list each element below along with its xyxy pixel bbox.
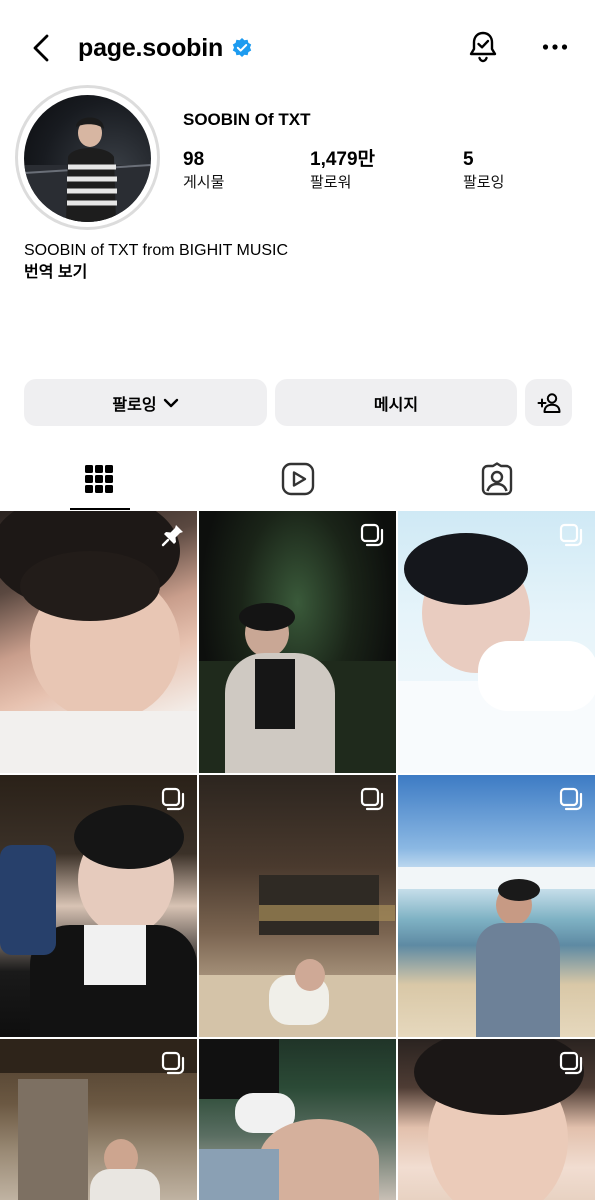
- top-bar: page.soobin: [0, 0, 596, 92]
- stat-posts[interactable]: 98 게시물: [183, 148, 224, 194]
- suggest-people-button[interactable]: [525, 379, 572, 426]
- post-thumbnail[interactable]: [199, 511, 396, 773]
- post-thumbnail[interactable]: [0, 511, 197, 773]
- add-person-icon: [537, 392, 560, 413]
- post-thumbnail[interactable]: [0, 775, 197, 1037]
- following-button[interactable]: 팔로잉: [24, 379, 267, 426]
- stat-followers-value: 1,479만: [310, 149, 376, 170]
- avatar[interactable]: [24, 95, 151, 222]
- username-group: page.soobin: [78, 28, 253, 68]
- multi-post-icon: [559, 523, 583, 547]
- multi-post-icon: [161, 1051, 185, 1075]
- message-button[interactable]: 메시지: [275, 379, 517, 426]
- reels-icon: [281, 462, 315, 496]
- more-options-button[interactable]: [534, 26, 576, 68]
- pin-icon: [161, 525, 183, 547]
- username: page.soobin: [78, 33, 224, 62]
- tab-reels[interactable]: [199, 448, 397, 510]
- stat-following-label: 팔로잉: [463, 174, 505, 191]
- chevron-down-icon: [163, 398, 178, 407]
- multi-post-icon: [161, 787, 185, 811]
- post-thumbnail[interactable]: [199, 775, 396, 1037]
- stat-followers[interactable]: 1,479만 팔로워: [310, 148, 375, 194]
- tab-grid[interactable]: [0, 448, 198, 510]
- stat-followers-label: 팔로워: [310, 174, 352, 191]
- following-button-label: 팔로잉: [112, 396, 157, 414]
- more-horizontal-icon: [542, 44, 568, 50]
- post-thumbnail[interactable]: [398, 775, 595, 1037]
- grid-icon: [85, 465, 113, 493]
- bell-check-icon: [469, 31, 497, 63]
- verified-badge-icon: [231, 37, 253, 59]
- multi-post-icon: [559, 1051, 583, 1075]
- message-button-label: 메시지: [373, 396, 419, 414]
- profile-tabs: [0, 448, 596, 510]
- chevron-left-icon: [33, 34, 49, 62]
- posts-grid: [0, 511, 596, 1200]
- display-name: SOOBIN Of TXT: [183, 110, 311, 129]
- tab-tagged[interactable]: [398, 448, 596, 510]
- stat-posts-label: 게시물: [183, 174, 225, 191]
- notifications-button[interactable]: [462, 26, 504, 68]
- stat-following[interactable]: 5 팔로잉: [463, 148, 504, 194]
- back-button[interactable]: [22, 28, 62, 68]
- bio-text: SOOBIN of TXT from BIGHIT MUSIC: [24, 242, 289, 259]
- multi-post-icon: [360, 787, 384, 811]
- stat-following-value: 5: [463, 149, 474, 170]
- post-thumbnail[interactable]: [0, 1039, 197, 1200]
- stat-posts-value: 98: [183, 149, 205, 170]
- post-thumbnail[interactable]: [199, 1039, 396, 1200]
- translate-link[interactable]: 번역 보기: [24, 262, 87, 284]
- post-thumbnail[interactable]: [398, 1039, 595, 1200]
- tagged-user-icon: [481, 462, 513, 496]
- multi-post-icon: [559, 787, 583, 811]
- multi-post-icon: [360, 523, 384, 547]
- post-thumbnail[interactable]: [398, 511, 595, 773]
